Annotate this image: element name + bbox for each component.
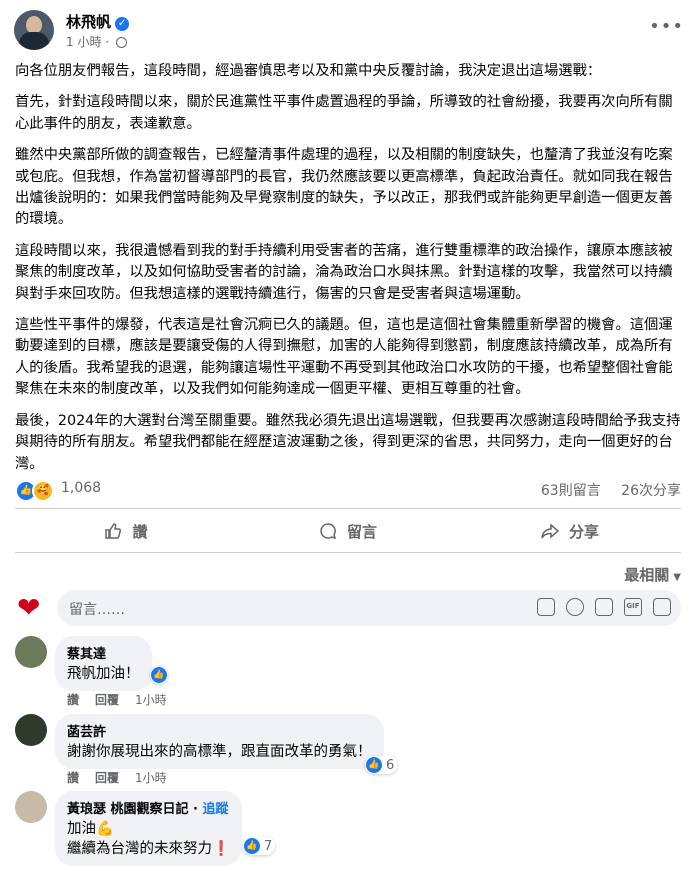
post-time[interactable]: 1 小時 <box>66 35 101 49</box>
comment-time[interactable]: 1小時 <box>135 693 167 707</box>
sticker-icon[interactable] <box>653 598 671 616</box>
share-label: 分享 <box>568 522 599 541</box>
post-paragraph: 這段時間以來，我很遺憾看到我的對手持續利用受害者的苦痛，進行雙重標準的政治操作，… <box>15 242 673 302</box>
heart-avatar-icon: ❤ <box>17 591 41 624</box>
commenter-name[interactable]: 菡芸許 <box>67 721 372 740</box>
share-button[interactable]: 分享 <box>459 513 681 549</box>
post-paragraph: 最後，2024年的大選對台灣至關重要。雖然我必須先退出這場選戰，但我要再次感謝這… <box>15 412 681 472</box>
comment-sort-dropdown[interactable]: 最相關 ▼ <box>624 564 681 585</box>
emoji-icon[interactable] <box>566 598 584 616</box>
comment-like-count: 7 <box>264 838 273 854</box>
like-label: 讚 <box>132 522 148 541</box>
comment-text: 飛帆加油！ <box>67 666 140 682</box>
post-actions: 讚 留言 分享 <box>15 513 681 549</box>
comment-like-link[interactable]: 讚 <box>67 771 79 785</box>
care-reaction-icon: 🥰 <box>32 480 54 502</box>
comment-bubble: 黃琅瑟 桃園觀察日記 · 追蹤 加油💪 繼續為台灣的未來努力❗ <box>55 791 243 866</box>
verified-icon: ✓ <box>115 17 130 31</box>
comment-like-link[interactable]: 讚 <box>67 693 79 707</box>
comment-reply-link[interactable]: 回覆 <box>95 693 119 707</box>
like-reaction-icon: 👍 <box>366 757 382 773</box>
comment-bubble: 菡芸許 謝謝你展現出來的高標準，跟直面改革的勇氣！ <box>55 714 384 769</box>
comment-label: 留言 <box>346 522 377 541</box>
avatar-sticker-icon[interactable] <box>537 598 555 616</box>
post-paragraph: 雖然中央黨部所做的調查報告，已經釐清事件處理的過程，以及相關的制度缺失，也釐清了… <box>15 147 673 228</box>
sort-label: 最相關 <box>624 566 670 584</box>
comment-like-badge[interactable]: 👍 7 <box>243 837 276 855</box>
divider <box>15 552 681 553</box>
comment-count[interactable]: 63則留言 <box>541 483 601 499</box>
commenter-name: 黃琅瑟 桃園觀察日記 · 追蹤 <box>67 802 229 817</box>
comment-text-line: 加油💪 <box>67 821 115 837</box>
divider <box>15 508 681 509</box>
share-count[interactable]: 26次分享 <box>621 483 681 499</box>
like-reaction-icon: 👍 <box>244 838 260 854</box>
like-reaction-icon: 👍 <box>151 667 167 683</box>
user-avatar[interactable]: ❤ <box>15 590 51 626</box>
gif-icon[interactable]: GIF <box>624 598 642 616</box>
comment-text-line: 繼續為台灣的未來努力❗ <box>67 841 231 857</box>
comment-composer: ❤ 留言…… GIF <box>15 590 681 626</box>
post-meta: 1 小時 · <box>66 33 127 50</box>
comment-like-badge[interactable]: 👍 6 <box>365 756 398 774</box>
commenter-avatar[interactable] <box>15 791 47 823</box>
post-paragraph: 向各位朋友們報告，這段時間，經過審慎思考以及和黨中央反覆討論，我決定退出這場選戰… <box>15 63 602 79</box>
chevron-down-icon: ▼ <box>673 572 681 583</box>
comment-like-count: 6 <box>386 757 395 773</box>
author-name[interactable]: 林飛帆 ✓ <box>66 11 130 32</box>
post-header: 林飛帆 ✓ 1 小時 · ••• <box>14 10 684 54</box>
comment-like-badge[interactable]: 👍 <box>150 666 168 684</box>
post-paragraph: 首先，針對這段時間以來，關於民進黨性平事件處置過程的爭論，所導致的社會紛擾，我要… <box>15 94 673 132</box>
post-body: 向各位朋友們報告，這段時間，經過審慎思考以及和黨中央反覆討論，我決定退出這場選戰… <box>15 61 681 485</box>
reaction-summary: 👍 🥰 1,068 63則留言 26次分享 <box>15 478 681 502</box>
commenter-avatar[interactable] <box>15 714 47 746</box>
share-icon <box>541 523 559 539</box>
author-name-text[interactable]: 林飛帆 <box>66 13 111 31</box>
comment-reply-link[interactable]: 回覆 <box>95 771 119 785</box>
thumbs-up-icon <box>105 523 122 539</box>
commenter-name[interactable]: 蔡其達 <box>67 643 140 662</box>
comment-button[interactable]: 留言 <box>237 513 459 549</box>
comment-text: 謝謝你展現出來的高標準，跟直面改革的勇氣！ <box>67 744 372 760</box>
like-button[interactable]: 讚 <box>15 513 237 549</box>
follow-link[interactable]: 追蹤 <box>203 802 229 817</box>
more-options-icon[interactable]: ••• <box>649 16 684 37</box>
comment-time[interactable]: 1小時 <box>135 771 167 785</box>
comment-bubble: 蔡其達 飛帆加油！ <box>55 636 152 691</box>
commenter-avatar[interactable] <box>15 636 47 668</box>
comment-icon <box>320 523 337 540</box>
comment-placeholder: 留言…… <box>69 602 125 618</box>
comment-actions: 讚 回覆 1小時 <box>67 769 183 786</box>
comment-input[interactable]: 留言…… GIF <box>57 590 681 626</box>
globe-icon <box>115 37 127 48</box>
commenter-name-text[interactable]: 黃琅瑟 桃園觀察日記 <box>67 802 189 817</box>
camera-icon[interactable] <box>595 598 613 616</box>
author-avatar[interactable] <box>14 10 54 50</box>
engagement-counts: 63則留言 26次分享 <box>525 480 681 500</box>
reaction-count[interactable]: 1,068 <box>61 480 101 496</box>
comment-actions: 讚 回覆 1小時 <box>67 691 183 708</box>
post-paragraph: 這些性平事件的爆發，代表這是社會沉痾已久的議題。但，這也是這個社會集體重新學習的… <box>15 317 673 398</box>
composer-icons: GIF <box>537 598 671 616</box>
